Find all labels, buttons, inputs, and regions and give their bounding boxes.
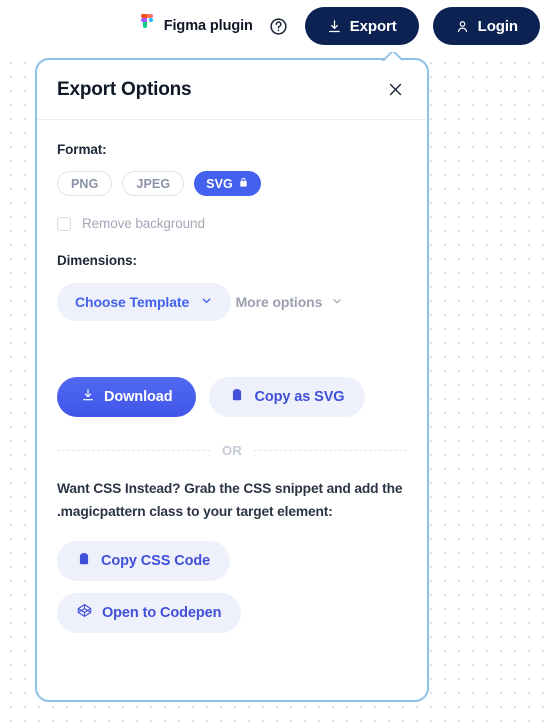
open-to-codepen-button[interactable]: Open to Codepen xyxy=(57,592,242,633)
remove-background-row[interactable]: Remove background xyxy=(57,216,407,231)
css-instructions: Want CSS Instead? Grab the CSS snippet a… xyxy=(57,481,403,519)
figma-logo-icon xyxy=(139,14,155,38)
copy-css-code-button[interactable]: Copy CSS Code xyxy=(57,540,231,581)
dialog-body: Format: PNG JPEG SVG Remove background D… xyxy=(37,120,427,633)
format-option-svg[interactable]: SVG xyxy=(194,171,261,196)
chevron-down-icon xyxy=(331,294,343,310)
open-to-codepen-label: Open to Codepen xyxy=(102,604,222,621)
dimensions-label: Dimensions: xyxy=(57,253,137,268)
export-options-dialog: Export Options Format: PNG JPEG SVG Remo… xyxy=(35,58,429,702)
format-label: Format: xyxy=(57,142,107,157)
remove-background-checkbox[interactable] xyxy=(57,216,71,231)
more-options-label: More options xyxy=(235,294,323,310)
export-button[interactable]: Export xyxy=(304,7,419,45)
copy-as-svg-button[interactable]: Copy as SVG xyxy=(209,377,366,417)
format-option-jpeg[interactable]: JPEG xyxy=(122,171,185,196)
chevron-down-icon xyxy=(200,294,213,310)
question-circle-icon[interactable] xyxy=(267,14,291,38)
copy-css-code-label: Copy CSS Code xyxy=(101,552,211,569)
dialog-header: Export Options xyxy=(37,60,427,120)
format-options: PNG JPEG SVG xyxy=(57,171,407,196)
or-divider: OR xyxy=(57,443,407,458)
dialog-title: Export Options xyxy=(57,78,192,100)
login-button[interactable]: Login xyxy=(432,7,540,45)
export-button-label: Export xyxy=(349,17,397,35)
user-icon xyxy=(455,19,470,34)
format-option-svg-label: SVG xyxy=(206,176,233,191)
choose-template-label: Choose Template xyxy=(75,294,190,310)
download-button[interactable]: Download xyxy=(57,377,197,417)
divider-line-right xyxy=(253,450,407,451)
secondary-actions: Copy CSS Code Open to Codepen xyxy=(57,540,407,633)
divider-line-left xyxy=(57,450,211,451)
clipboard-icon xyxy=(230,388,244,406)
format-option-png[interactable]: PNG xyxy=(57,171,113,196)
close-icon[interactable] xyxy=(382,77,408,103)
codepen-icon xyxy=(77,603,92,622)
more-options-toggle[interactable]: More options xyxy=(236,294,344,310)
format-option-jpeg-label: JPEG xyxy=(136,176,171,191)
brand-label: Figma plugin xyxy=(163,18,253,34)
choose-template-dropdown[interactable]: Choose Template xyxy=(57,283,232,321)
download-button-label: Download xyxy=(104,389,173,405)
lock-icon xyxy=(238,177,249,191)
divider-label: OR xyxy=(222,443,242,458)
clipboard-icon xyxy=(77,552,91,570)
format-option-png-label: PNG xyxy=(71,176,99,191)
download-icon xyxy=(327,19,342,34)
copy-as-svg-label: Copy as SVG xyxy=(254,389,345,405)
brand: Figma plugin xyxy=(139,14,253,38)
top-bar: Figma plugin Export Login xyxy=(0,0,550,52)
download-icon xyxy=(81,388,95,406)
primary-actions: Download Copy as SVG xyxy=(57,377,407,417)
remove-background-label: Remove background xyxy=(82,216,205,231)
login-button-label: Login xyxy=(477,17,518,35)
